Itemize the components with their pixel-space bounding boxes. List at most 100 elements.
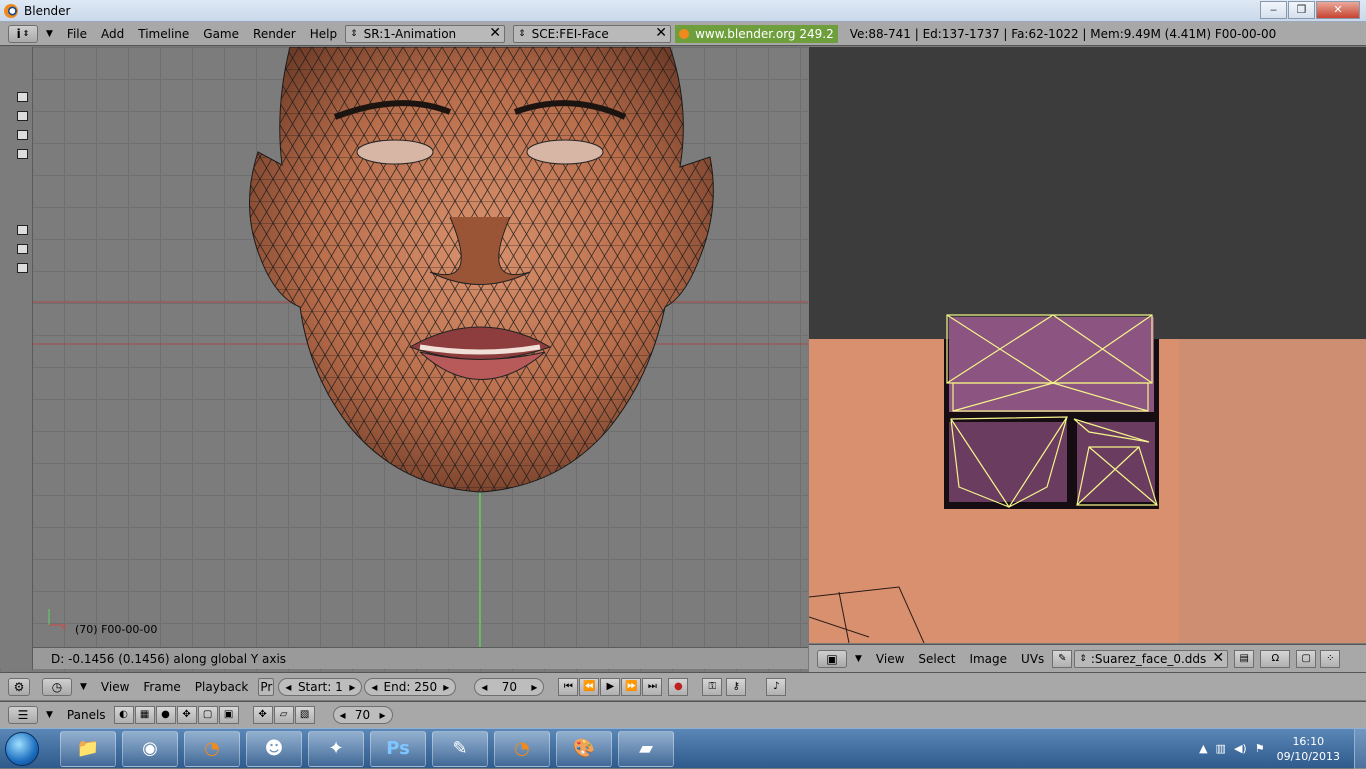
mesh-icon[interactable]: ▱ [273,706,294,724]
prev-keyframe-icon[interactable]: ⏪ [579,677,600,696]
snap-icon[interactable]: Ω [1260,649,1291,668]
image-icon[interactable] [17,92,28,102]
record-icon[interactable]: ● [668,677,689,696]
file-explorer-icon[interactable]: 📁 [60,730,116,767]
timeline-menu-view[interactable]: View [101,680,129,694]
uv-image-editor[interactable] [809,47,1366,643]
close-button[interactable]: ✕ [1316,1,1360,19]
clock[interactable]: 16:10 09/10/2013 [1277,734,1340,764]
notepad-icon[interactable]: ▰ [618,730,674,767]
screen-selector[interactable]: ⇕ SR:1-Animation ✕ [345,24,506,43]
preview-range-button[interactable]: Pr [258,677,275,696]
menu-timeline[interactable]: Timeline [138,27,189,41]
image-icon[interactable] [17,263,28,273]
scene-selector[interactable]: ⇕ SCE:FEI-Face ✕ [513,24,672,43]
uv-menu-select[interactable]: Select [918,652,955,666]
buttons-type-button[interactable]: ☰ [8,706,38,724]
image-icon[interactable] [17,130,28,140]
blender-url[interactable]: www.blender.org 249.2 [675,24,838,43]
end-frame-value: End: 250 [383,679,438,694]
frame-label: (70) F00-00-00 [75,623,158,636]
collapse-menu-icon[interactable]: ▼ [46,29,53,39]
paint-icon[interactable]: 🎨 [556,730,612,767]
vertex-select-icon[interactable]: ⁘ [1320,649,1341,668]
next-keyframe-icon[interactable]: ⏩ [621,677,642,696]
image-icon[interactable] [17,225,28,235]
photoshop-icon[interactable]: Ps [370,730,426,767]
image-name: :Suarez_face_0.dds [1090,651,1207,666]
logic-icon[interactable]: ◐ [113,706,134,724]
image-icon[interactable] [17,149,28,159]
counter-strike-icon[interactable]: ✦ [308,730,364,767]
uv-edit-icon[interactable]: ✥ [252,706,273,724]
menu-add[interactable]: Add [101,27,124,41]
jump-end-icon[interactable]: ⏭ [642,677,663,696]
edit-icon[interactable]: ▢ [197,706,218,724]
key-icon[interactable]: ⚷ [726,677,747,696]
blender-icon[interactable]: ◔ [184,730,240,767]
start-frame-field[interactable]: ◂ Start: 1 ▸ [278,677,363,696]
buttons-frame-value: 70 [354,708,371,722]
timeline-menu-playback[interactable]: Playback [195,680,249,694]
image-icon[interactable] [17,111,28,121]
collapse-menu-icon[interactable]: ▼ [855,654,862,664]
pack-icon[interactable]: ▤ [1234,649,1255,668]
start-frame-value: Start: 1 [297,679,343,694]
current-frame-field[interactable]: ◂ 70 ▸ [474,677,545,696]
editor-type-button[interactable]: ▣ [817,649,847,668]
chrome-icon[interactable]: ◉ [122,730,178,767]
end-frame-field[interactable]: ◂ End: 250 ▸ [364,677,457,696]
clock-date: 09/10/2013 [1276,749,1340,763]
buttons-header: ☰ ▼ Panels ◐ ▦ ● ✥ ▢ ▣ ✥ ▱ ▧ ◂ 70 ▸ [0,701,1366,728]
script-icon[interactable]: ▦ [134,706,155,724]
image-icon[interactable] [17,244,28,254]
timeline-type-button[interactable]: ◷ [42,677,72,696]
current-frame-value: 70 [501,679,517,694]
jump-start-icon[interactable]: ⏮ [558,677,579,696]
screen-delete-button[interactable]: ✕ [487,25,503,42]
timeline-menu-frame[interactable]: Frame [143,680,180,694]
scene-delete-button[interactable]: ✕ [653,25,669,42]
show-desktop-button[interactable] [1354,728,1366,769]
blender-icon[interactable]: ◔ [494,730,550,767]
sync-select-icon[interactable]: ▢ [1296,649,1317,668]
maximize-button[interactable]: ❐ [1288,1,1315,19]
network-icon[interactable]: ▥ [1216,742,1226,755]
scene-icon[interactable]: ▣ [218,706,239,724]
window-title-bar: Blender ‒ ❐ ✕ [0,0,1366,22]
auto-key-icon[interactable]: ⚿ [702,677,723,696]
uv-menu-uvs[interactable]: UVs [1021,652,1044,666]
image-selector[interactable]: ⇕ :Suarez_face_0.dds ✕ [1074,649,1229,668]
menu-help[interactable]: Help [310,27,337,41]
menu-file[interactable]: File [67,27,87,41]
buttons-frame-field[interactable]: ◂ 70 ▸ [332,706,393,724]
menu-game[interactable]: Game [203,27,239,41]
menu-render[interactable]: Render [253,27,296,41]
start-button[interactable] [0,729,44,769]
image-unlink-button[interactable]: ✕ [1210,650,1226,667]
3d-viewport[interactable] [0,47,808,671]
show-hidden-icons[interactable]: ▲ [1199,742,1207,755]
volume-icon[interactable]: ◀) [1234,742,1247,755]
uv-editor-header: ▣ ▼ View Select Image UVs ✎ ⇕ :Suarez_fa… [809,644,1366,672]
pin-icon[interactable]: ✎ [1052,649,1073,668]
flag-icon[interactable]: ⚑ [1255,742,1265,755]
buttons-window-icon[interactable]: ⚙ [8,677,30,696]
uv-menu-view[interactable]: View [876,652,904,666]
window-type-button[interactable]: i ⇕ [8,24,38,43]
collapse-menu-icon[interactable]: ▼ [46,710,53,720]
play-icon[interactable]: ▶ [600,677,621,696]
panels-menu[interactable]: Panels [67,708,106,722]
info-header: i ⇕ ▼ File Add Timeline Game Render Help… [0,22,1366,46]
audio-icon[interactable]: ♪ [766,677,787,696]
minimize-button[interactable]: ‒ [1260,1,1287,19]
uv-menu-image[interactable]: Image [969,652,1007,666]
texture-paint-icon[interactable]: ▧ [294,706,315,724]
shading-icon[interactable]: ● [155,706,176,724]
game-icon[interactable]: ☻ [246,730,302,767]
archive-icon[interactable]: ✎ [432,730,488,767]
object-icon[interactable]: ✥ [176,706,197,724]
collapse-menu-icon[interactable]: ▼ [80,682,87,692]
scene-name: SCE:FEI-Face [531,26,609,41]
timeline-header: ⚙ ◷ ▼ View Frame Playback Pr ◂ Start: 1 ▸ … [0,672,1366,700]
